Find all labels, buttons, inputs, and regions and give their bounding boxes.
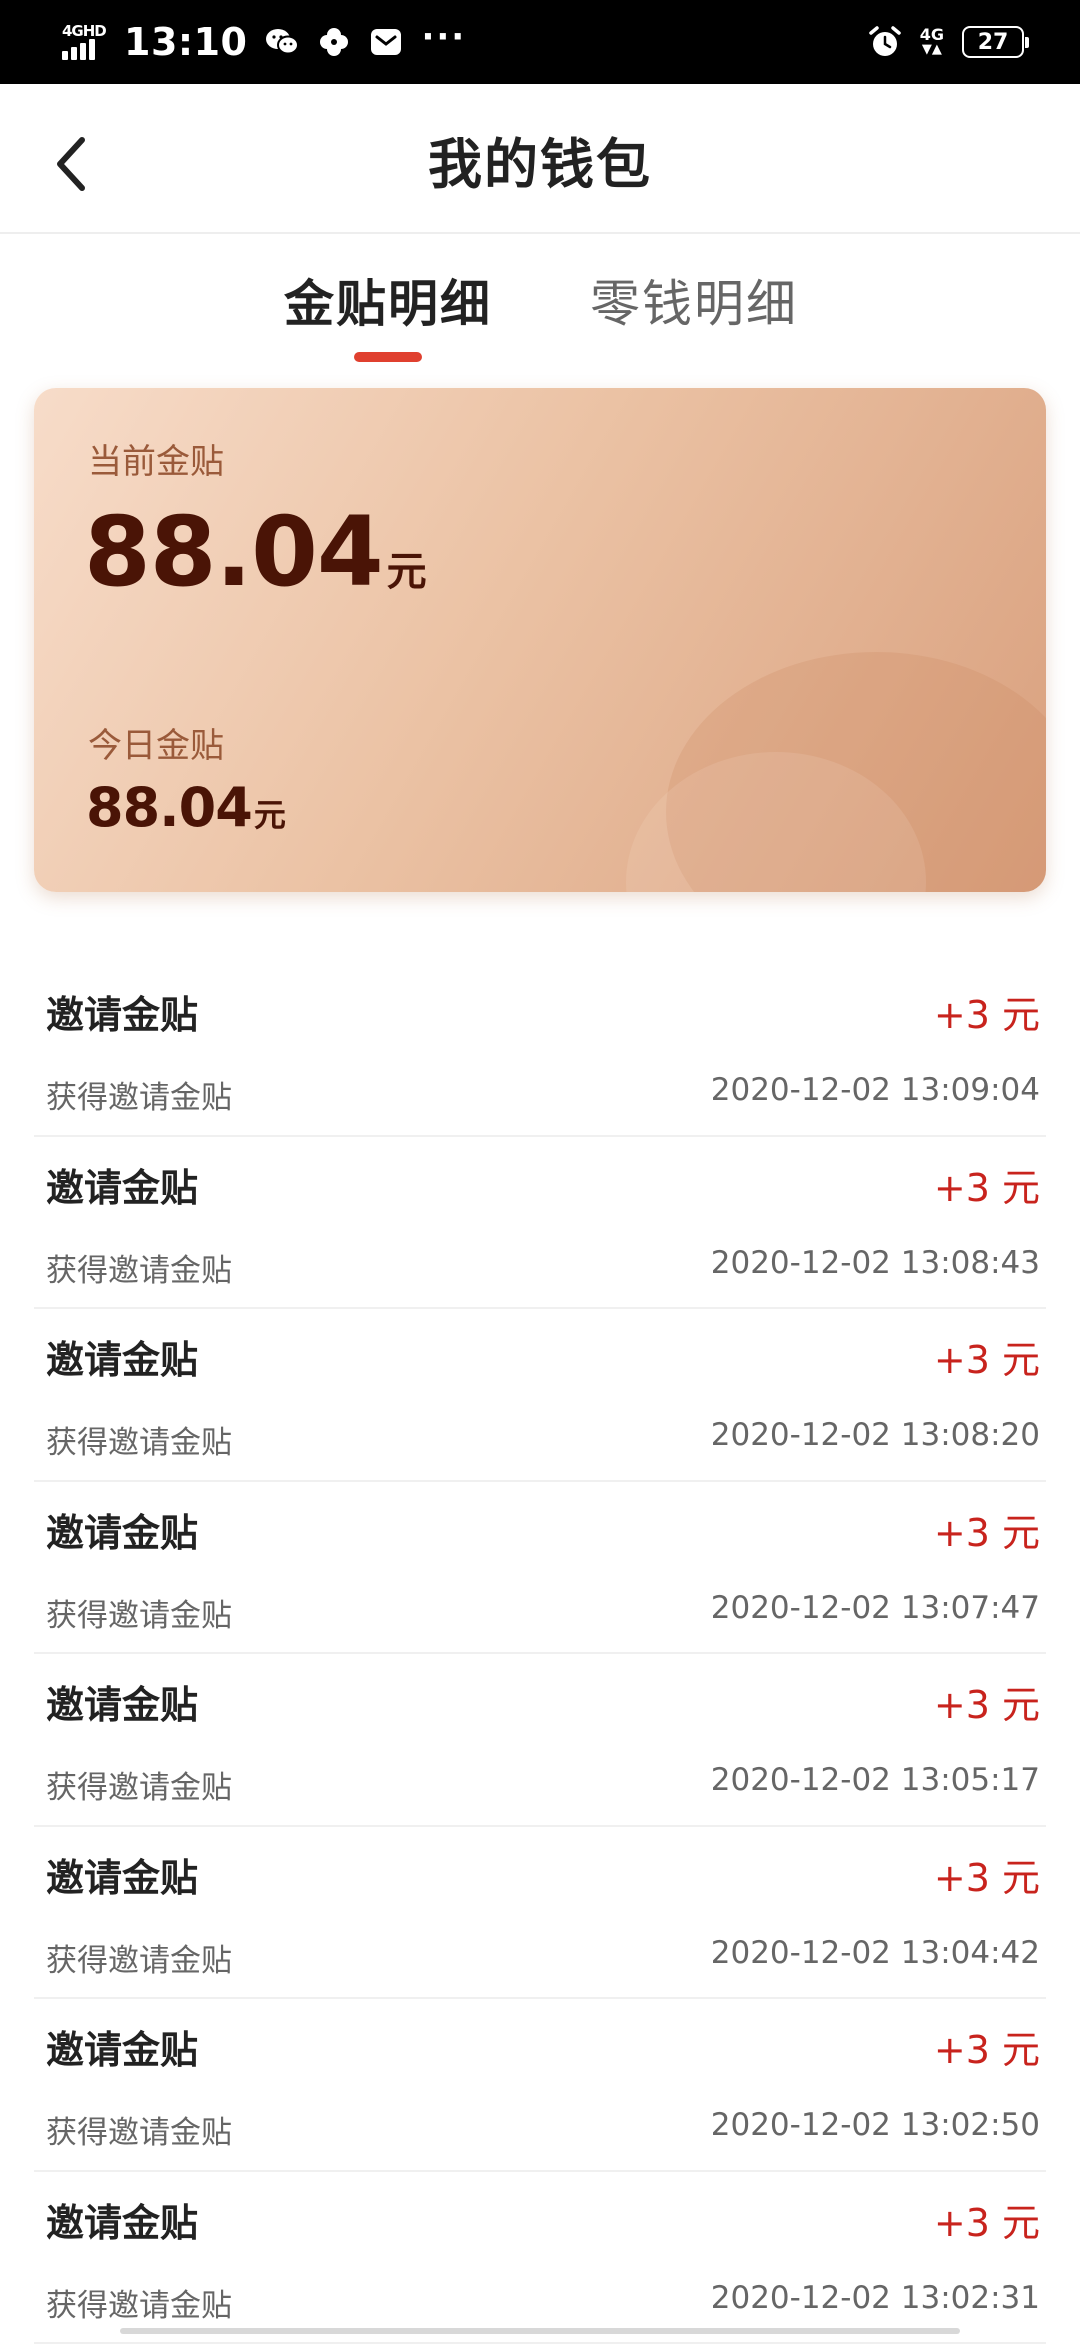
- current-balance-unit: 元: [387, 549, 427, 595]
- record-amount: +3 元: [934, 1329, 1040, 1384]
- record-description: 获得邀请金贴: [46, 1417, 232, 1462]
- current-balance-label: 当前金贴: [88, 434, 224, 483]
- balance-card: 当前金贴 88.04元 今日金贴 88.04元: [34, 388, 1046, 892]
- record-time: 2020-12-02 13:08:20: [711, 1417, 1040, 1453]
- record-title: 邀请金贴: [46, 1847, 198, 1902]
- battery-icon: 27: [962, 26, 1024, 58]
- network-type-label: 4GHD: [62, 22, 106, 40]
- transaction-list: 邀请金贴 +3 元 获得邀请金贴 2020-12-02 13:09:04 邀请金…: [0, 964, 1080, 2344]
- record-description: 获得邀请金贴: [46, 1762, 232, 1807]
- more-notifications-icon: ···: [421, 17, 466, 57]
- record-description: 获得邀请金贴: [46, 1935, 232, 1980]
- current-balance: 88.04元: [84, 496, 427, 608]
- navigation-bar: 我的钱包: [0, 84, 1080, 234]
- record-title: 邀请金贴: [46, 984, 198, 1039]
- cellular-signal-icon: 4GHD: [62, 20, 106, 64]
- record-amount: +3 元: [934, 2019, 1040, 2074]
- chevron-left-icon: [52, 136, 88, 192]
- record-title: 邀请金贴: [46, 2192, 198, 2247]
- wechat-icon: [265, 25, 299, 59]
- record-time: 2020-12-02 13:08:43: [711, 1245, 1040, 1281]
- status-bar-left: 4GHD 13:10: [62, 20, 466, 64]
- mobile-data-icon: 4G ▼▲: [920, 27, 944, 57]
- record-amount: +3 元: [934, 1674, 1040, 1729]
- record-description: 获得邀请金贴: [46, 1590, 232, 1635]
- record-title: 邀请金贴: [46, 1329, 198, 1384]
- list-item[interactable]: 邀请金贴 +3 元 获得邀请金贴 2020-12-02 13:04:42: [34, 1827, 1046, 2000]
- status-bar-right: 4G ▼▲ 27: [868, 25, 1024, 59]
- status-bar: 4GHD 13:10: [0, 0, 1080, 84]
- active-tab-indicator: [354, 352, 422, 362]
- record-title: 邀请金贴: [46, 1157, 198, 1212]
- pinwheel-icon: [317, 25, 351, 59]
- page-title: 我的钱包: [0, 84, 1080, 234]
- today-balance: 88.04元: [86, 776, 286, 839]
- record-description: 获得邀请金贴: [46, 2280, 232, 2325]
- back-button[interactable]: [40, 124, 100, 204]
- status-time: 13:10: [124, 20, 247, 64]
- record-time: 2020-12-02 13:09:04: [711, 1072, 1040, 1108]
- current-balance-value: 88.04: [84, 496, 383, 608]
- record-time: 2020-12-02 13:05:17: [711, 1762, 1040, 1798]
- record-title: 邀请金贴: [46, 1674, 198, 1729]
- record-amount: +3 元: [934, 2192, 1040, 2247]
- today-balance-label: 今日金贴: [88, 718, 224, 767]
- home-indicator[interactable]: [120, 2328, 960, 2334]
- list-item[interactable]: 邀请金贴 +3 元 获得邀请金贴 2020-12-02 13:09:04: [34, 964, 1046, 1137]
- record-title: 邀请金贴: [46, 1502, 198, 1557]
- list-item[interactable]: 邀请金贴 +3 元 获得邀请金贴 2020-12-02 13:02:31: [34, 2172, 1046, 2344]
- today-balance-unit: 元: [254, 796, 286, 834]
- alarm-clock-icon: [868, 25, 902, 59]
- record-amount: +3 元: [934, 1847, 1040, 1902]
- record-description: 获得邀请金贴: [46, 1072, 232, 1117]
- list-item[interactable]: 邀请金贴 +3 元 获得邀请金贴 2020-12-02 13:07:47: [34, 1482, 1046, 1655]
- list-item[interactable]: 邀请金贴 +3 元 获得邀请金贴 2020-12-02 13:05:17: [34, 1654, 1046, 1827]
- record-amount: +3 元: [934, 1502, 1040, 1557]
- record-description: 获得邀请金贴: [46, 2107, 232, 2152]
- record-amount: +3 元: [934, 1157, 1040, 1212]
- list-item[interactable]: 邀请金贴 +3 元 获得邀请金贴 2020-12-02 13:02:50: [34, 1999, 1046, 2172]
- record-time: 2020-12-02 13:07:47: [711, 1590, 1040, 1626]
- record-time: 2020-12-02 13:04:42: [711, 1935, 1040, 1971]
- today-balance-value: 88.04: [86, 776, 252, 839]
- mobile-data-label: 4G: [920, 27, 944, 42]
- record-description: 获得邀请金贴: [46, 1245, 232, 1290]
- record-amount: +3 元: [934, 984, 1040, 1039]
- tab-bar: 金贴明细 零钱明细: [0, 234, 1080, 384]
- battery-level: 27: [978, 30, 1009, 55]
- mail-icon: [369, 25, 403, 59]
- tab-gold-subsidy-details[interactable]: 金贴明细: [284, 264, 492, 336]
- record-time: 2020-12-02 13:02:50: [711, 2107, 1040, 2143]
- record-time: 2020-12-02 13:02:31: [711, 2280, 1040, 2316]
- tab-change-details[interactable]: 零钱明细: [590, 264, 798, 336]
- record-title: 邀请金贴: [46, 2019, 198, 2074]
- list-item[interactable]: 邀请金贴 +3 元 获得邀请金贴 2020-12-02 13:08:20: [34, 1309, 1046, 1482]
- list-item[interactable]: 邀请金贴 +3 元 获得邀请金贴 2020-12-02 13:08:43: [34, 1137, 1046, 1310]
